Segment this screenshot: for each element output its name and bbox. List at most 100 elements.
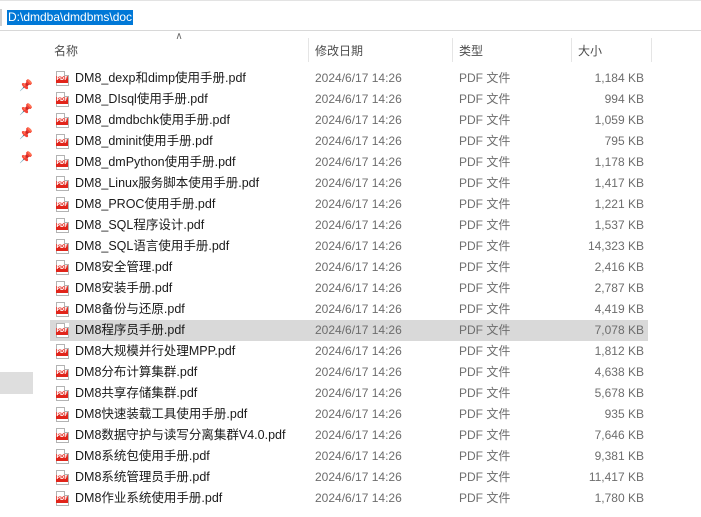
file-modified-date: 2024/6/17 14:26 bbox=[315, 344, 402, 358]
file-size: 1,221 KB bbox=[594, 197, 644, 211]
file-type: PDF 文件 bbox=[459, 113, 511, 127]
column-divider[interactable] bbox=[651, 38, 652, 62]
file-modified-date: 2024/6/17 14:26 bbox=[315, 197, 402, 211]
file-size: 935 KB bbox=[604, 407, 644, 421]
file-modified-date: 2024/6/17 14:26 bbox=[315, 176, 402, 190]
pdf-file-icon: PDF bbox=[56, 218, 69, 233]
file-name: DM8_dmPython使用手册.pdf bbox=[75, 155, 236, 169]
file-type: PDF 文件 bbox=[459, 449, 511, 463]
address-bar[interactable]: D:\dmdba\dmdbms\doc bbox=[0, 0, 701, 31]
file-size: 1,417 KB bbox=[594, 176, 644, 190]
pdf-file-icon: PDF bbox=[56, 449, 69, 464]
file-size: 14,323 KB bbox=[587, 239, 644, 253]
file-size: 11,417 KB bbox=[588, 470, 644, 484]
file-name: DM8共享存储集群.pdf bbox=[75, 386, 198, 400]
pdf-file-icon: PDF bbox=[56, 134, 69, 149]
file-row[interactable]: PDF DM8_dexp和dimp使用手册.pdf 2024/6/17 14:26 P… bbox=[50, 68, 648, 89]
file-row[interactable]: PDF DM8共享存储集群.pdf 2024/6/17 14:26 PDF 文件 5,6… bbox=[50, 383, 648, 404]
nav-selected-item[interactable] bbox=[0, 372, 33, 394]
file-size: 1,780 KB bbox=[594, 491, 644, 505]
file-size: 1,537 KB bbox=[594, 218, 644, 232]
pin-icon[interactable]: 📌 bbox=[19, 128, 33, 140]
file-size: 994 KB bbox=[604, 92, 644, 106]
file-type: PDF 文件 bbox=[459, 302, 511, 316]
file-type: PDF 文件 bbox=[459, 260, 511, 274]
file-row[interactable]: PDF DM8_SQL语言使用手册.pdf 2024/6/17 14:26 PDF 文… bbox=[50, 236, 648, 257]
file-row[interactable]: PDF DM8系统管理员手册.pdf 2024/6/17 14:26 PDF 文件 11… bbox=[50, 467, 648, 488]
file-name: DM8程序员手册.pdf bbox=[75, 323, 185, 337]
file-size: 7,646 KB bbox=[594, 428, 644, 442]
file-row[interactable]: PDF DM8大规模并行处理MPP.pdf 2024/6/17 14:26 PDF 文… bbox=[50, 341, 648, 362]
pin-icon[interactable]: 📌 bbox=[19, 152, 33, 164]
file-modified-date: 2024/6/17 14:26 bbox=[315, 239, 402, 253]
column-header-date[interactable]: 修改日期 bbox=[315, 42, 363, 59]
file-row[interactable]: PDF DM8_SQL程序设计.pdf 2024/6/17 14:26 PDF 文件 1… bbox=[50, 215, 648, 236]
file-name: DM8快速装载工具使用手册.pdf bbox=[75, 407, 248, 421]
column-header-type[interactable]: 类型 bbox=[459, 42, 483, 59]
file-type: PDF 文件 bbox=[459, 281, 511, 295]
file-size: 2,787 KB bbox=[594, 281, 644, 295]
file-row[interactable]: PDF DM8_DIsql使用手册.pdf 2024/6/17 14:26 PDF 文… bbox=[50, 89, 648, 110]
file-type: PDF 文件 bbox=[459, 218, 511, 232]
file-name: DM8_DIsql使用手册.pdf bbox=[75, 92, 208, 106]
column-divider[interactable] bbox=[452, 38, 453, 62]
pdf-file-icon: PDF bbox=[56, 365, 69, 380]
file-size: 1,184 KB bbox=[594, 71, 644, 85]
column-header-name[interactable]: 名称 bbox=[54, 42, 78, 59]
file-size: 4,419 KB bbox=[594, 302, 644, 316]
file-modified-date: 2024/6/17 14:26 bbox=[315, 365, 402, 379]
file-row[interactable]: PDF DM8分布计算集群.pdf 2024/6/17 14:26 PDF 文件 4,6… bbox=[50, 362, 648, 383]
pdf-file-icon: PDF bbox=[56, 197, 69, 212]
file-type: PDF 文件 bbox=[459, 176, 511, 190]
column-divider[interactable] bbox=[571, 38, 572, 62]
file-row[interactable]: PDF DM8安全管理.pdf 2024/6/17 14:26 PDF 文件 2,416… bbox=[50, 257, 648, 278]
file-name: DM8安装手册.pdf bbox=[75, 281, 173, 295]
file-row[interactable]: PDF DM8备份与还原.pdf 2024/6/17 14:26 PDF 文件 4,41… bbox=[50, 299, 648, 320]
file-modified-date: 2024/6/17 14:26 bbox=[315, 134, 402, 148]
file-type: PDF 文件 bbox=[459, 491, 511, 505]
file-row[interactable]: PDF DM8_Linux服务脚本使用手册.pdf 2024/6/17 14:26 P… bbox=[50, 173, 648, 194]
file-row[interactable]: PDF DM8作业系统使用手册.pdf 2024/6/17 14:26 PDF 文件 1… bbox=[50, 488, 648, 509]
file-type: PDF 文件 bbox=[459, 344, 511, 358]
file-row[interactable]: PDF DM8快速装载工具使用手册.pdf 2024/6/17 14:26 PDF 文… bbox=[50, 404, 648, 425]
pin-icon[interactable]: 📌 bbox=[19, 80, 33, 92]
file-modified-date: 2024/6/17 14:26 bbox=[315, 491, 402, 505]
address-path[interactable]: D:\dmdba\dmdbms\doc bbox=[7, 10, 134, 25]
file-row[interactable]: PDF DM8安装手册.pdf 2024/6/17 14:26 PDF 文件 2,787… bbox=[50, 278, 648, 299]
pdf-file-icon: PDF bbox=[56, 260, 69, 275]
pin-icon[interactable]: 📌 bbox=[19, 104, 33, 116]
file-name: DM8安全管理.pdf bbox=[75, 260, 173, 274]
file-modified-date: 2024/6/17 14:26 bbox=[315, 113, 402, 127]
pdf-file-icon: PDF bbox=[56, 92, 69, 107]
file-row[interactable]: PDF DM8_PROC使用手册.pdf 2024/6/17 14:26 PDF 文件… bbox=[50, 194, 648, 215]
column-header-size[interactable]: 大小 bbox=[578, 42, 602, 59]
file-row[interactable]: PDF DM8_dminit使用手册.pdf 2024/6/17 14:26 PDF … bbox=[50, 131, 648, 152]
file-modified-date: 2024/6/17 14:26 bbox=[315, 449, 402, 463]
file-type: PDF 文件 bbox=[459, 428, 511, 442]
pdf-file-icon: PDF bbox=[56, 239, 69, 254]
file-name: DM8系统管理员手册.pdf bbox=[75, 470, 210, 484]
file-size: 7,078 KB bbox=[594, 323, 644, 337]
file-size: 1,812 KB bbox=[594, 344, 644, 358]
file-row[interactable]: PDF DM8_dmdbchk使用手册.pdf 2024/6/17 14:26 PDF… bbox=[50, 110, 648, 131]
file-type: PDF 文件 bbox=[459, 92, 511, 106]
file-size: 9,381 KB bbox=[594, 449, 644, 463]
file-modified-date: 2024/6/17 14:26 bbox=[315, 302, 402, 316]
navigation-pane[interactable]: 📌 📌 📌 📌 bbox=[0, 32, 49, 517]
file-name: DM8_SQL程序设计.pdf bbox=[75, 218, 205, 232]
pdf-file-icon: PDF bbox=[56, 386, 69, 401]
file-row[interactable]: PDF DM8程序员手册.pdf 2024/6/17 14:26 PDF 文件 7,07… bbox=[50, 320, 648, 341]
file-type: PDF 文件 bbox=[459, 407, 511, 421]
column-divider[interactable] bbox=[308, 38, 309, 62]
pdf-file-icon: PDF bbox=[56, 470, 69, 485]
file-modified-date: 2024/6/17 14:26 bbox=[315, 323, 402, 337]
file-name: DM8_dmdbchk使用手册.pdf bbox=[75, 113, 230, 127]
file-type: PDF 文件 bbox=[459, 197, 511, 211]
file-row[interactable]: PDF DM8_dmPython使用手册.pdf 2024/6/17 14:26 PD… bbox=[50, 152, 648, 173]
file-size: 2,416 KB bbox=[594, 260, 644, 274]
file-row[interactable]: PDF DM8系统包使用手册.pdf 2024/6/17 14:26 PDF 文件 9,… bbox=[50, 446, 648, 467]
file-row[interactable]: PDF DM8数据守护与读写分离集群V4.0.pdf 2024/6/17 14:26… bbox=[50, 425, 648, 446]
file-modified-date: 2024/6/17 14:26 bbox=[315, 260, 402, 274]
file-name: DM8备份与还原.pdf bbox=[75, 302, 185, 316]
file-name: DM8分布计算集群.pdf bbox=[75, 365, 198, 379]
